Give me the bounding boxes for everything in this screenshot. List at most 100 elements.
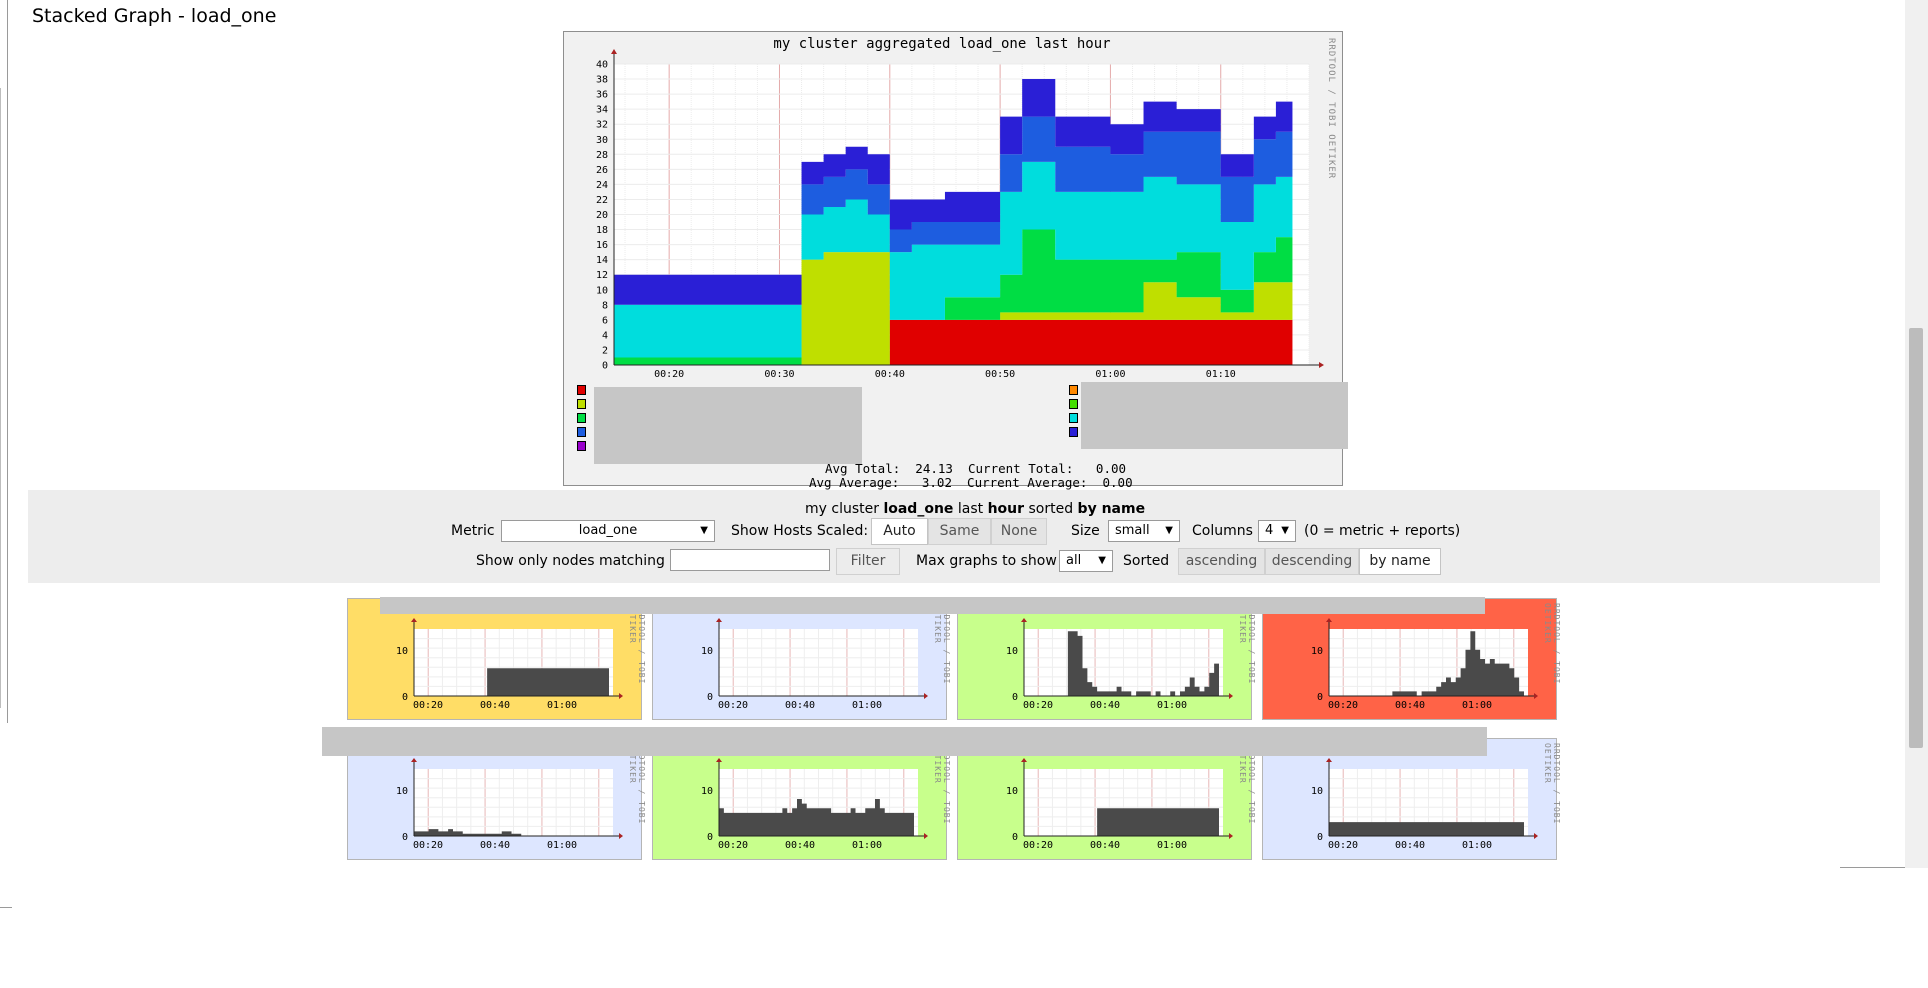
y-tick-label: 26	[596, 165, 608, 176]
host-load-chart: 10 0 00:20 00:40 01:00	[396, 618, 623, 711]
x-tick-label: 01:00	[547, 700, 577, 711]
legend-swatch	[1069, 399, 1078, 409]
host-graph-thumbnail[interactable]: RRDTOOL / TOBI OETIKER 10 0 00:20 00:40 01:00	[1262, 738, 1561, 860]
max-graphs-select[interactable]: all ▼	[1059, 550, 1113, 572]
host-graph-thumbnail[interactable]: RRDTOOL / TOBI OETIKER 10 0 00:20 00:40 01:00	[1262, 598, 1561, 720]
scaled-none-button[interactable]: None	[991, 518, 1047, 545]
y-axis-arrow	[611, 49, 617, 54]
summary-sorted: sorted	[1024, 501, 1078, 517]
y-tick-label: 10	[596, 285, 608, 296]
legend-swatch	[577, 427, 586, 437]
redacted-host-names-row1	[380, 597, 1485, 614]
summary-sort-by: by name	[1077, 501, 1146, 517]
y-tick-label: 28	[596, 150, 608, 161]
x-tick-label: 00:20	[1328, 700, 1358, 711]
y-tick-label: 36	[596, 90, 608, 101]
host-load-chart: 10 0 00:20 00:40 01:00	[396, 758, 623, 851]
legend-swatch	[1069, 427, 1078, 437]
legend-swatch	[577, 413, 586, 423]
x-tick-label: 00:40	[1395, 840, 1425, 851]
columns-select[interactable]: 4 ▼	[1258, 520, 1296, 542]
legend-swatch	[577, 385, 586, 395]
x-tick-label: 00:20	[413, 700, 443, 711]
y-tick-label: 0	[1012, 692, 1018, 703]
chevron-down-icon: ▼	[700, 525, 708, 536]
legend-swatch	[577, 399, 586, 409]
scaled-auto-button[interactable]: Auto	[871, 518, 928, 545]
x-axis-arrow	[924, 833, 928, 839]
x-tick-label: 00:40	[1090, 700, 1120, 711]
host-graph-thumbnail[interactable]: RRDTOOL / TOBI OETIKER 10 0 00:20 00:40 01:00	[652, 738, 951, 860]
x-tick-label: 00:40	[785, 840, 815, 851]
y-tick-label: 20	[596, 210, 608, 221]
rrdtool-credit: RRDTOOL / TOBI OETIKER	[1543, 743, 1561, 825]
summary-range: hour	[987, 501, 1025, 517]
y-tick-label: 10	[1006, 646, 1018, 657]
y-tick-label: 30	[596, 135, 608, 146]
x-tick-label: 00:20	[1023, 700, 1053, 711]
filter-input[interactable]	[670, 549, 830, 571]
x-tick-label: 01:00	[852, 840, 882, 851]
y-tick-label: 10	[1311, 786, 1323, 797]
y-tick-label: 32	[596, 120, 608, 131]
rrdtool-credit: RRDTOOL / TOBI OETIKER	[933, 743, 951, 825]
x-tick-label: 00:50	[985, 369, 1015, 380]
y-tick-label: 0	[1012, 832, 1018, 843]
metric-label: Metric	[451, 523, 495, 539]
filter-button[interactable]: Filter	[836, 548, 900, 575]
y-tick-label: 10	[1006, 786, 1018, 797]
scaled-same-button[interactable]: Same	[928, 518, 991, 545]
y-tick-label: 0	[402, 832, 408, 843]
y-tick-label: 8	[602, 300, 608, 311]
host-graph-thumbnail[interactable]: RRDTOOL / TOBI OETIKER 10 0 00:20 00:40 01:00	[347, 738, 646, 860]
redacted-legend-right	[1081, 382, 1348, 449]
redacted-host-names-row2	[322, 727, 1487, 756]
size-select-value: small	[1115, 523, 1150, 538]
x-tick-label: 01:00	[852, 700, 882, 711]
host-load-chart: 10 0 00:20 00:40 01:00	[701, 618, 928, 711]
scrollbar-thumb[interactable]	[1909, 328, 1923, 748]
y-tick-label: 16	[596, 240, 608, 251]
x-axis-arrow	[1534, 693, 1538, 699]
y-tick-label: 40	[596, 60, 608, 71]
size-select[interactable]: small ▼	[1108, 520, 1180, 542]
y-tick-label: 38	[596, 75, 608, 86]
sort-descending-button[interactable]: descending	[1265, 548, 1359, 575]
legend-swatch	[577, 441, 586, 451]
y-tick-label: 0	[402, 692, 408, 703]
y-tick-label: 34	[596, 105, 608, 116]
y-axis-arrow	[1326, 618, 1332, 622]
summary-line: my cluster load_one last hour sorted by …	[805, 501, 1145, 517]
scaled-label: Show Hosts Scaled:	[731, 523, 869, 539]
host-graph-thumbnail[interactable]: RRDTOOL / TOBI OETIKER 10 0 00:20 00:40 01:00	[957, 738, 1256, 860]
y-tick-label: 0	[1317, 832, 1323, 843]
x-axis-arrow	[924, 693, 928, 699]
sort-by-name-button[interactable]: by name	[1359, 548, 1441, 575]
x-tick-label: 00:20	[413, 840, 443, 851]
chevron-down-icon: ▼	[1165, 525, 1173, 536]
sort-ascending-button[interactable]: ascending	[1178, 548, 1265, 575]
y-tick-label: 18	[596, 225, 608, 236]
chevron-down-icon: ▼	[1098, 555, 1106, 566]
rrdtool-credit: RRDTOOL / TOBI OETIKER	[1238, 743, 1256, 825]
y-tick-label: 22	[596, 195, 608, 206]
x-axis-arrow	[619, 693, 623, 699]
size-label: Size	[1071, 523, 1100, 539]
stacked-graph: my cluster aggregated load_one last hour…	[563, 31, 1348, 490]
y-tick-label: 0	[707, 832, 713, 843]
chevron-down-icon: ▼	[1281, 525, 1289, 536]
x-tick-label: 01:00	[1157, 700, 1187, 711]
metric-select[interactable]: load_one ▼	[501, 520, 715, 542]
columns-select-value: 4	[1265, 523, 1274, 538]
host-graph-thumbnail[interactable]: RRDTOOL / TOBI OETIKER 10 0 00:20 00:40 01:00	[652, 598, 951, 720]
x-tick-label: 00:20	[1023, 840, 1053, 851]
y-tick-label: 2	[602, 345, 608, 356]
y-axis-arrow	[1021, 758, 1027, 762]
rrdtool-credit: RRDTOOL / TOBI OETIKER	[1543, 603, 1561, 685]
host-graph-thumbnail[interactable]: RRDTOOL / TOBI OETIKER 10 0 00:20 00:40 01:00	[957, 598, 1256, 720]
y-tick-label: 12	[596, 270, 608, 281]
y-axis-arrow	[411, 758, 417, 762]
left-border-inner	[0, 88, 1, 708]
rrdtool-credit: RRDTOOL / TOBI OETIKER	[628, 743, 646, 825]
host-graph-thumbnail[interactable]: RRDTOOL / TOBI OETIKER 10 0 00:20 00:40 01:00	[347, 598, 646, 720]
